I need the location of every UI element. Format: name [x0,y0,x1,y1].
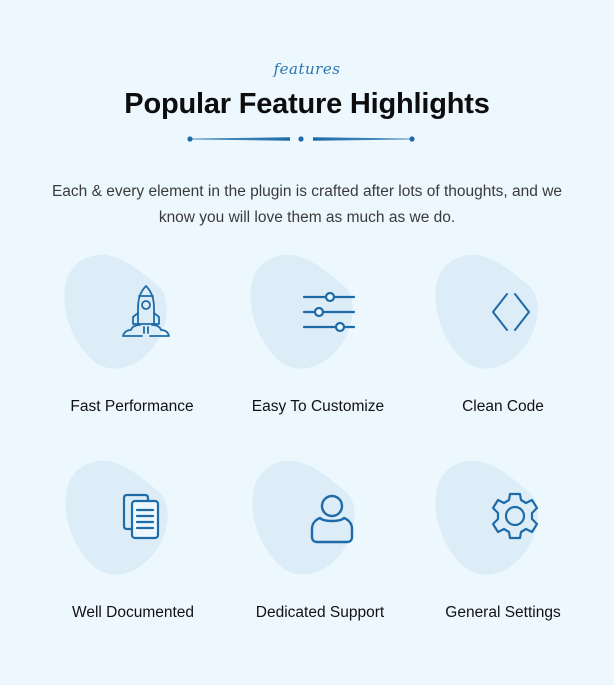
feature-card-general-settings: General Settings [423,459,583,649]
feature-label: Dedicated Support [255,604,385,621]
feature-card-clean-code: Clean Code [423,253,583,443]
rocket-icon [122,285,170,337]
feature-card-well-documented: Well Documented [53,459,213,649]
feature-label: General Settings [445,604,561,621]
title-divider [187,136,415,142]
feature-label: Easy To Customize [251,398,385,415]
section-eyebrow: features [273,60,341,78]
user-icon [310,494,354,544]
divider-line [313,137,412,141]
section-subtitle: Each & every element in the plugin is cr… [51,182,563,226]
divider-line [190,137,290,141]
gear-icon [491,492,539,540]
feature-card-dedicated-support: Dedicated Support [240,459,400,649]
feature-card-fast-performance: Fast Performance [52,253,212,443]
documents-icon [122,493,160,540]
feature-label: Fast Performance [70,398,194,415]
divider-dot [409,136,415,142]
section-title: Popular Feature Highlights [124,88,490,120]
code-brackets-icon [492,293,530,331]
divider-dot [298,136,304,142]
feature-label: Well Documented [71,604,195,621]
feature-label: Clean Code [462,398,544,415]
feature-card-easy-to-customize: Easy To Customize [238,253,398,443]
sliders-icon [302,291,356,333]
